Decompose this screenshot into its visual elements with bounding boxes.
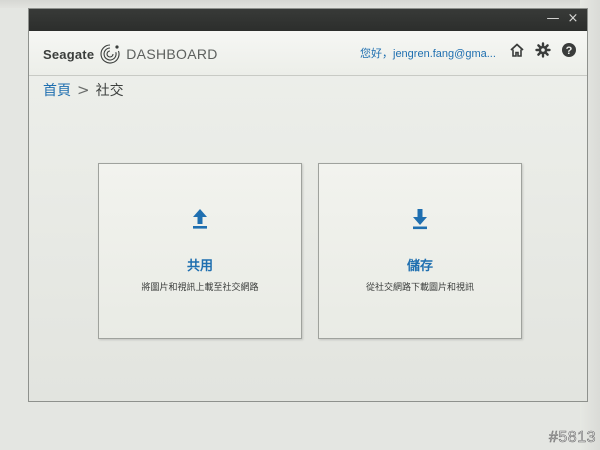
settings-button[interactable] [533, 40, 553, 60]
breadcrumb-home-link[interactable]: 首頁 [43, 80, 71, 100]
svg-text:?: ? [566, 45, 573, 57]
upload-icon [193, 209, 207, 229]
help-icon: ? [562, 43, 576, 57]
help-button[interactable]: ? [559, 40, 579, 60]
download-icon [413, 209, 427, 230]
user-account-link[interactable]: 您好，jengren.fang@gma... [360, 45, 495, 61]
save-card[interactable]: 儲存 從社交網路下載圖片和視訊 [318, 163, 522, 339]
breadcrumb-current: 社交 [95, 83, 124, 99]
share-card-title: 共用 [186, 259, 213, 274]
seagate-logo: Seagate DASHBOARD [43, 43, 218, 65]
breadcrumb: 首頁 > 社交 [43, 79, 124, 101]
app-header: Seagate DASHBOARD 您好，jengren.fang@gma... [29, 31, 587, 76]
monitor-bezel-edge [0, 0, 600, 8]
brand-name: Seagate [43, 46, 95, 62]
gear-icon [535, 42, 551, 58]
seagate-swirl-icon [100, 44, 120, 64]
save-card-description: 從社交網路下載圖片和視訊 [365, 283, 474, 293]
save-card-title: 儲存 [406, 259, 433, 274]
share-card[interactable]: 共用 將圖片和視訊上載至社交網路 [98, 163, 302, 339]
home-button[interactable] [507, 40, 527, 60]
photo-watermark: #5813 [549, 429, 596, 447]
minimize-button[interactable]: — [545, 11, 561, 27]
window-titlebar: — × [29, 9, 587, 31]
share-card-description: 將圖片和視訊上載至社交網路 [141, 283, 259, 293]
home-icon [510, 43, 524, 57]
product-name: DASHBOARD [126, 46, 218, 62]
dashboard-window: — × Seagate DASHBOARD 您好，jengren.fang@gm… [28, 8, 588, 402]
breadcrumb-separator: > [77, 81, 90, 99]
close-button[interactable]: × [565, 11, 581, 27]
